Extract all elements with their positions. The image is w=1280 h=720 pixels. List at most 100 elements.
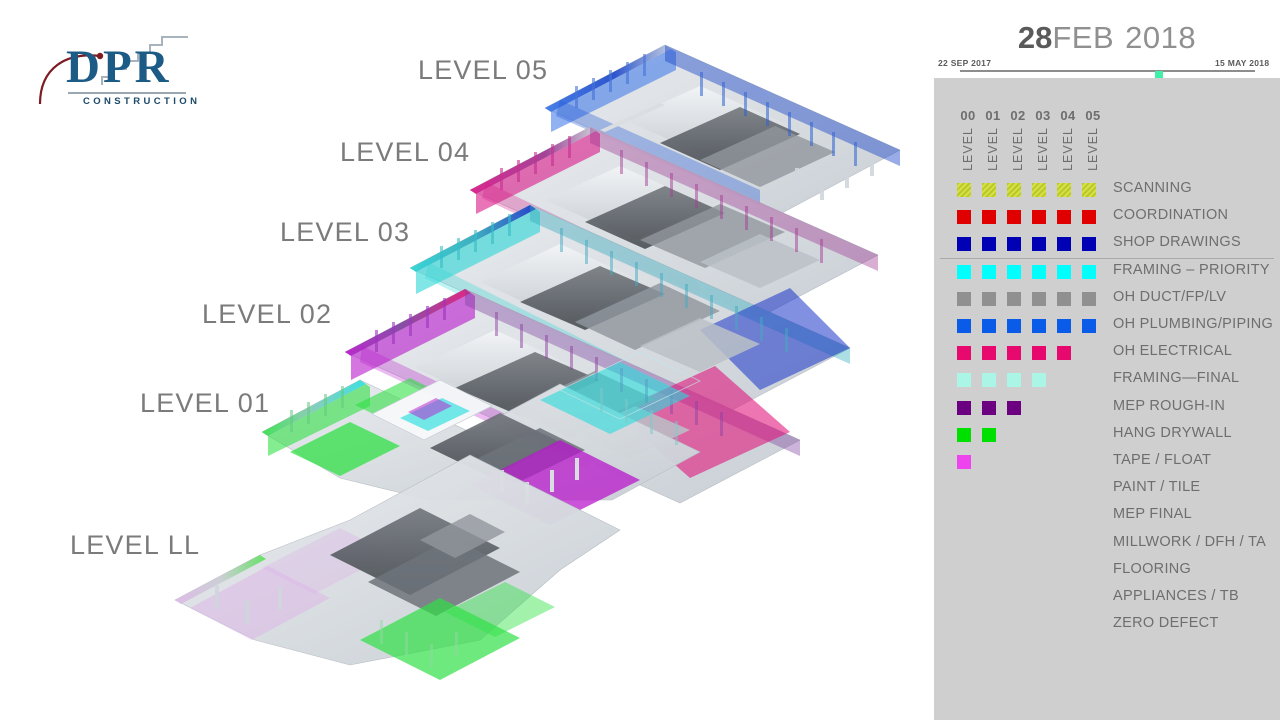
legend-label: OH PLUMBING/PIPING bbox=[1113, 316, 1274, 332]
legend-level-number: 04 bbox=[1060, 108, 1076, 123]
legend-swatch[interactable] bbox=[982, 427, 996, 442]
legend-swatch[interactable] bbox=[1057, 183, 1071, 197]
legend-swatch[interactable] bbox=[957, 427, 971, 442]
legend-row[interactable]: FRAMING – PRIORITY bbox=[0, 262, 1270, 292]
legend-label: FRAMING – PRIORITY bbox=[1113, 261, 1270, 278]
legend-level-number: 02 bbox=[1010, 108, 1026, 123]
level-label-05: LEVEL 05 bbox=[418, 55, 549, 85]
legend-swatch[interactable] bbox=[1057, 346, 1071, 361]
legend-swatch[interactable] bbox=[957, 455, 971, 469]
legend-row[interactable]: MEP FINAL bbox=[0, 506, 1192, 536]
legend-swatch[interactable] bbox=[1007, 373, 1021, 388]
legend-row[interactable]: SHOP DRAWINGS bbox=[0, 234, 1241, 264]
legend-swatch[interactable] bbox=[1032, 373, 1046, 388]
legend-row[interactable]: OH PLUMBING/PIPING bbox=[0, 316, 1273, 346]
legend-level-number: 00 bbox=[960, 108, 976, 123]
legend-swatch[interactable] bbox=[1057, 237, 1071, 252]
timeline-start-label: 22 SEP 2017 bbox=[938, 58, 992, 68]
legend-swatch[interactable] bbox=[1082, 237, 1096, 252]
legend-swatch[interactable] bbox=[1032, 346, 1046, 361]
legend-row[interactable]: FLOORING bbox=[0, 561, 1191, 591]
legend-label: FLOORING bbox=[1113, 560, 1192, 577]
legend-row[interactable]: MEP ROUGH-IN bbox=[0, 398, 1225, 428]
legend-swatch[interactable] bbox=[1032, 237, 1046, 252]
legend-label: OH DUCT/FP/LV bbox=[1113, 288, 1227, 305]
app-root: DPR CONSTRUCTION LEVEL 05 LEVEL 04 LEVEL… bbox=[0, 0, 1280, 720]
legend-swatch[interactable] bbox=[1032, 210, 1046, 225]
legend-divider bbox=[940, 258, 1274, 260]
legend-level-word: LEVEL bbox=[1011, 127, 1025, 171]
legend-level-word: LEVEL bbox=[1036, 127, 1050, 171]
legend-swatch[interactable] bbox=[1007, 237, 1021, 252]
legend-label: PAINT / TILE bbox=[1113, 479, 1201, 496]
legend-swatch[interactable] bbox=[1057, 264, 1071, 279]
legend-label: FRAMING—FINAL bbox=[1113, 370, 1240, 387]
legend-swatch[interactable] bbox=[1082, 319, 1096, 333]
legend-swatch[interactable] bbox=[957, 264, 971, 279]
current-date-header: 28FEB 2018 bbox=[934, 20, 1280, 60]
legend-swatch[interactable] bbox=[957, 400, 971, 415]
legend-swatch[interactable] bbox=[1082, 264, 1096, 279]
legend-swatch[interactable] bbox=[1007, 264, 1021, 279]
legend-row[interactable]: HANG DRYWALL bbox=[0, 425, 1232, 455]
legend-row[interactable]: MILLWORK / DFH / TA bbox=[0, 534, 1266, 564]
legend-swatch[interactable] bbox=[982, 291, 996, 306]
legend-swatch[interactable] bbox=[1007, 346, 1021, 361]
legend-swatch[interactable] bbox=[1007, 210, 1021, 225]
legend-level-col-02: 02 LEVEL bbox=[1007, 108, 1029, 176]
legend-swatch[interactable] bbox=[1032, 183, 1046, 197]
date-month: FEB bbox=[1052, 20, 1115, 55]
legend-label: SHOP DRAWINGS bbox=[1113, 234, 1241, 251]
legend-swatch[interactable] bbox=[982, 237, 996, 252]
legend-swatch[interactable] bbox=[957, 319, 971, 333]
legend-swatch[interactable] bbox=[1082, 183, 1096, 197]
legend-label: MEP FINAL bbox=[1113, 506, 1192, 523]
legend-swatch[interactable] bbox=[957, 373, 971, 388]
legend-swatch[interactable] bbox=[1057, 210, 1071, 225]
legend-level-word: LEVEL bbox=[986, 127, 1000, 171]
legend-swatch[interactable] bbox=[982, 319, 996, 333]
legend-swatch[interactable] bbox=[1007, 319, 1021, 333]
legend-swatch[interactable] bbox=[1007, 291, 1021, 306]
legend-swatch[interactable] bbox=[957, 291, 971, 306]
legend-row[interactable]: PAINT / TILE bbox=[0, 479, 1200, 509]
legend-row[interactable]: TAPE / FLOAT bbox=[0, 452, 1211, 482]
legend-swatch[interactable] bbox=[1007, 183, 1021, 197]
legend-swatch[interactable] bbox=[957, 183, 971, 197]
legend-label: ZERO DEFECT bbox=[1113, 615, 1219, 632]
legend-swatch[interactable] bbox=[1032, 264, 1046, 279]
legend-level-word: LEVEL bbox=[1061, 127, 1075, 171]
legend-swatch[interactable] bbox=[1007, 400, 1021, 415]
legend-swatch[interactable] bbox=[1082, 291, 1096, 306]
legend-level-col-04: 04 LEVEL bbox=[1057, 108, 1079, 176]
legend-row[interactable]: ZERO DEFECT bbox=[0, 615, 1218, 645]
legend-swatch[interactable] bbox=[982, 373, 996, 388]
legend-row[interactable]: FRAMING—FINAL bbox=[0, 370, 1239, 400]
legend-row[interactable]: OH DUCT/FP/LV bbox=[0, 289, 1226, 319]
legend-swatch[interactable] bbox=[982, 183, 996, 197]
legend-swatch[interactable] bbox=[982, 400, 996, 415]
legend-level-col-03: 03 LEVEL bbox=[1032, 108, 1054, 176]
legend-swatch[interactable] bbox=[1032, 319, 1046, 333]
legend-swatch[interactable] bbox=[957, 346, 971, 361]
legend-label: SCANNING bbox=[1113, 180, 1192, 196]
legend-swatch[interactable] bbox=[957, 237, 971, 252]
legend-swatch[interactable] bbox=[1057, 291, 1071, 306]
legend-row[interactable]: SCANNING bbox=[0, 180, 1192, 210]
legend-swatch[interactable] bbox=[1082, 210, 1096, 225]
legend-swatch[interactable] bbox=[982, 264, 996, 279]
legend-row[interactable]: COORDINATION bbox=[0, 207, 1228, 237]
legend-level-col-01: 01 LEVEL bbox=[982, 108, 1004, 176]
legend-swatch[interactable] bbox=[957, 210, 971, 225]
legend-swatch[interactable] bbox=[982, 346, 996, 361]
level-label-04: LEVEL 04 bbox=[340, 137, 471, 167]
legend-level-word: LEVEL bbox=[961, 127, 975, 171]
legend-swatch[interactable] bbox=[1032, 291, 1046, 306]
legend-label: APPLIANCES / TB bbox=[1113, 588, 1239, 604]
legend-label: MILLWORK / DFH / TA bbox=[1113, 533, 1267, 550]
legend-row[interactable]: OH ELECTRICAL bbox=[0, 343, 1232, 373]
legend-row[interactable]: APPLIANCES / TB bbox=[0, 588, 1239, 618]
legend-swatch[interactable] bbox=[1057, 319, 1071, 333]
legend-swatch[interactable] bbox=[982, 210, 996, 225]
legend-level-col-05: 05 LEVEL bbox=[1082, 108, 1104, 176]
